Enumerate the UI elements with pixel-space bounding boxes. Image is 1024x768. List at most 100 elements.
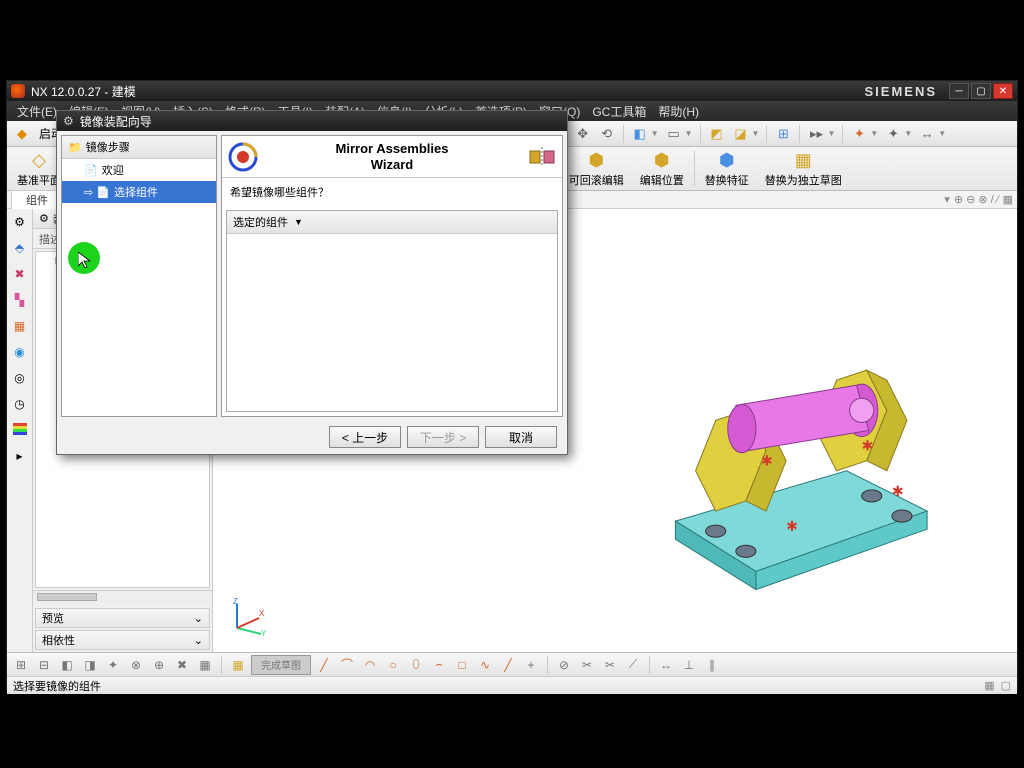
brand-label: SIEMENS [864, 84, 937, 99]
step-select-components[interactable]: ⇨ 📄 选择组件 [62, 181, 216, 203]
curve-4-icon[interactable]: ○ [383, 655, 403, 675]
b-icon-1[interactable]: ⊞ [11, 655, 31, 675]
cursor-highlight-icon [68, 242, 100, 274]
b-icon-7[interactable]: ⊕ [149, 655, 169, 675]
clock-icon[interactable]: ◷ [11, 395, 29, 413]
curve-7-icon[interactable]: □ [452, 655, 472, 675]
app-menu-icon[interactable]: ◆ [11, 123, 33, 145]
rotate-icon[interactable]: ⟲ [596, 123, 618, 145]
finish-sketch-button[interactable]: 完成草图 [251, 655, 311, 675]
back-button[interactable]: < 上一步 [329, 426, 401, 448]
trim-3-icon[interactable]: ✂ [600, 655, 620, 675]
trim-2-icon[interactable]: ✂ [577, 655, 597, 675]
svg-text:✱: ✱ [761, 453, 773, 469]
wizard-steps-panel: 📁 镜像步骤 📄 欢迎 ⇨ 📄 选择组件 [61, 135, 217, 417]
dim3-icon[interactable]: ↔ [916, 123, 938, 145]
ribbon-indep-sketch[interactable]: ▦替换为独立草图 [757, 147, 850, 190]
trim-4-icon[interactable]: ⟋ [623, 655, 643, 675]
mirror-icon [528, 143, 556, 171]
b-icon-9[interactable]: ▦ [195, 655, 215, 675]
preview-row[interactable]: 预览⌄ [35, 608, 210, 628]
view-triad-icon[interactable]: Z X Y [229, 596, 269, 636]
curve-2-icon[interactable]: ⌒ [337, 655, 357, 675]
wizard-logo-icon [228, 142, 258, 172]
curve-9-icon[interactable]: ╱ [498, 655, 518, 675]
svg-text:X: X [259, 609, 265, 618]
nav-icon[interactable]: ⬘ [11, 239, 29, 257]
curve-10-icon[interactable]: + [521, 655, 541, 675]
constraint-icon[interactable]: ▦ [11, 317, 29, 335]
browser-icon[interactable]: ◎ [11, 369, 29, 387]
dialog-title: 镜像装配向导 [80, 113, 152, 130]
status-bar: 选择要镜像的组件 ▦▢ [7, 676, 1017, 694]
layer2-icon[interactable]: ◪ [730, 123, 752, 145]
curve-6-icon[interactable]: ⌢ [429, 655, 449, 675]
step-welcome[interactable]: 📄 欢迎 [62, 159, 216, 181]
status-icon-1[interactable]: ▦ [984, 679, 994, 692]
dim-icon[interactable]: ✦ [848, 123, 870, 145]
svg-text:Z: Z [233, 597, 238, 606]
b-icon-8[interactable]: ✖ [172, 655, 192, 675]
menu-help[interactable]: 帮助(H) [654, 101, 703, 122]
gear-icon: ⚙ [63, 114, 74, 128]
curve-8-icon[interactable]: ∿ [475, 655, 495, 675]
wcs-icon[interactable]: ⊞ [772, 123, 794, 145]
curve-3-icon[interactable]: ◠ [360, 655, 380, 675]
next-button[interactable]: 下一步 > [407, 426, 479, 448]
b-icon-2[interactable]: ⊟ [34, 655, 54, 675]
dim-b2-icon[interactable]: ⊥ [679, 655, 699, 675]
ribbon-roll-edit[interactable]: ⬢可回滚编辑 [561, 147, 632, 190]
dim2-icon[interactable]: ✦ [882, 123, 904, 145]
sel-scope[interactable]: ▾ [944, 193, 950, 206]
selected-components-list[interactable]: 选定的组件 ▼ [226, 210, 558, 412]
pm-icon[interactable]: ▚ [11, 291, 29, 309]
dialog-footer: < 上一步 下一步 > 取消 [57, 421, 567, 453]
window-title: NX 12.0.0.27 - 建模 [31, 83, 864, 100]
b-icon-5[interactable]: ✦ [103, 655, 123, 675]
steps-header: 📁 镜像步骤 [62, 136, 216, 159]
b-icon-3[interactable]: ◧ [57, 655, 77, 675]
dialog-titlebar[interactable]: ⚙ 镜像装配向导 [57, 111, 567, 131]
gear-icon[interactable]: ⚙ [11, 213, 29, 231]
menu-gctoolkit[interactable]: GC工具箱 [588, 101, 650, 122]
cancel-button[interactable]: 取消 [485, 426, 557, 448]
maximize-button[interactable]: ▢ [971, 83, 991, 99]
b-icon-6[interactable]: ⊗ [126, 655, 146, 675]
status-icon-2[interactable]: ▢ [1001, 679, 1011, 692]
shade-icon[interactable]: ◧ [629, 123, 651, 145]
curve-1-icon[interactable]: ╱ [314, 655, 334, 675]
ribbon-replace-feat[interactable]: ⬢替换特征 [697, 147, 757, 190]
app-logo-icon [11, 84, 25, 98]
sketch-task-icon[interactable]: ▦ [228, 655, 248, 675]
color-icon[interactable] [11, 421, 29, 439]
expand-icon[interactable]: ▸ [11, 447, 29, 465]
resource-bar: ⚙ ⬘ ✖ ▚ ▦ ◉ ◎ ◷ ▸ [7, 209, 33, 652]
dim-b1-icon[interactable]: ↔ [656, 655, 676, 675]
dependency-row[interactable]: 相依性⌄ [35, 630, 210, 650]
ribbon-edit-pos[interactable]: ⬢编辑位置 [632, 147, 692, 190]
menu-file[interactable]: 文件(E) [13, 101, 61, 122]
mirror-assembly-wizard-dialog: ⚙ 镜像装配向导 📁 镜像步骤 📄 欢迎 ⇨ 📄 选择组件 Mirror Ass… [56, 110, 568, 455]
web-icon[interactable]: ◉ [11, 343, 29, 361]
minimize-button[interactable]: ─ [949, 83, 969, 99]
wizard-question: 希望镜像哪些组件？ [222, 178, 562, 206]
wizard-content-panel: Mirror AssembliesWizard 希望镜像哪些组件？ 选定的组件 … [221, 135, 563, 417]
svg-text:✱: ✱ [786, 518, 798, 534]
svg-text:✱: ✱ [862, 438, 874, 454]
list-header[interactable]: 选定的组件 ▼ [227, 211, 557, 234]
dim-b3-icon[interactable]: ∥ [702, 655, 722, 675]
layer-icon[interactable]: ◩ [706, 123, 728, 145]
b-icon-4[interactable]: ◨ [80, 655, 100, 675]
curve-5-icon[interactable]: ⬯ [406, 655, 426, 675]
measure-icon[interactable]: ▸▸ [805, 123, 827, 145]
pan-icon[interactable]: ✥ [572, 123, 594, 145]
trim-1-icon[interactable]: ⊘ [554, 655, 574, 675]
history-icon[interactable]: ✖ [11, 265, 29, 283]
svg-text:Y: Y [261, 629, 267, 636]
svg-text:✱: ✱ [892, 483, 904, 499]
tree-scrollbar[interactable] [33, 590, 212, 604]
bottom-toolbar: ⊞ ⊟ ◧ ◨ ✦ ⊗ ⊕ ✖ ▦ ▦ 完成草图 ╱ ⌒ ◠ ○ ⬯ ⌢ □ ∿… [7, 652, 1017, 676]
close-button[interactable]: ✕ [993, 83, 1013, 99]
wizard-header: Mirror AssembliesWizard [222, 136, 562, 178]
style-icon[interactable]: ▭ [663, 123, 685, 145]
